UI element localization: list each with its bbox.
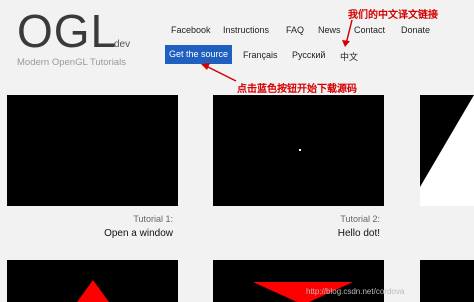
tutorial-2-thumbnail[interactable] xyxy=(213,95,384,206)
tutorial-3-thumbnail[interactable] xyxy=(420,95,474,206)
arrow-to-chinese-icon xyxy=(345,19,353,45)
tutorial-1-thumbnail[interactable] xyxy=(7,95,178,206)
watermark: http://blog.csdn.net/cordova xyxy=(306,287,405,296)
nav-contact[interactable]: Contact xyxy=(354,25,385,35)
lang-chinese[interactable]: 中文 xyxy=(340,50,358,63)
tutorial-6-thumbnail[interactable] xyxy=(420,260,474,302)
annotation-chinese-link: 我们的中文译文链接 xyxy=(348,10,438,21)
annotation-source-button: 点击蓝色按钮开始下载源码 xyxy=(237,84,357,95)
get-source-button[interactable]: Get the source xyxy=(165,45,232,64)
site-logo[interactable]: OGL dev Modern OpenGL Tutorials xyxy=(17,5,130,68)
lang-french[interactable]: Français xyxy=(243,50,278,60)
logo-dev-label: dev xyxy=(114,39,131,50)
tutorial-1-title[interactable]: Open a window xyxy=(104,228,173,239)
tutorial-2-number: Tutorial 2: xyxy=(340,214,380,224)
nav-instructions[interactable]: Instructions xyxy=(223,25,269,35)
logo-tagline: Modern OpenGL Tutorials xyxy=(17,57,126,68)
nav-news[interactable]: News xyxy=(318,25,341,35)
nav-faq[interactable]: FAQ xyxy=(286,25,304,35)
lang-russian[interactable]: Русский xyxy=(292,50,325,60)
white-dot xyxy=(299,149,301,151)
logo-title: OGL xyxy=(17,5,118,57)
tutorial-4-thumbnail[interactable] xyxy=(7,260,178,302)
tutorial-1-number: Tutorial 1: xyxy=(133,214,173,224)
arrow-to-source-icon xyxy=(205,65,237,82)
nav-facebook[interactable]: Facebook xyxy=(171,25,211,35)
tutorial-2-title[interactable]: Hello dot! xyxy=(338,228,380,239)
nav-donate[interactable]: Donate xyxy=(401,25,430,35)
